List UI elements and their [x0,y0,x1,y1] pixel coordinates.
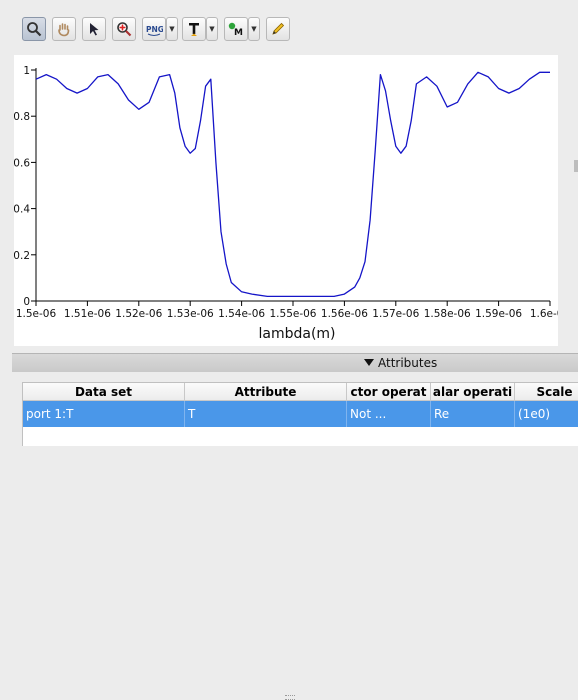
side-splitter-handle[interactable] [574,160,578,172]
splitter-grip[interactable] [285,695,295,700]
plot-area[interactable]: 1.5e-06 1.51e-06 1.52e-06 1.53e-06 1.54e-06 1… [13,55,570,346]
attributes-panel: Data set Attribute ctor operat alar oper… [12,372,578,446]
chevron-down-icon: ▼ [251,25,257,33]
zoom-icon [27,22,42,37]
pan-hand-icon [58,23,70,37]
select-button[interactable] [82,17,106,41]
chart-ticks: 1.5e-06 1.51e-06 1.52e-06 1.53e-06 1.54e-06 1… [13,65,570,320]
x-tick-label: 1.59e-06 [475,308,522,320]
plot-toolbar: PNG ▼ ▼ M ▼ [0,0,578,52]
export-png-button[interactable]: PNG [142,17,166,41]
collapse-arrow-icon[interactable] [364,359,374,366]
column-header-scale[interactable]: Scale [515,383,578,401]
x-tick-label: 1.51e-06 [64,308,111,320]
line-chart: 1.5e-06 1.51e-06 1.52e-06 1.53e-06 1.54e-06 1… [13,65,570,342]
attributes-table: Data set Attribute ctor operat alar oper… [22,382,578,446]
y-tick-label: 0.6 [14,157,30,169]
x-tick-label: 1.55e-06 [270,308,317,320]
svg-text:PNG: PNG [146,25,163,34]
x-tick-label: 1.5e-06 [16,308,57,320]
cell-scalar-operation[interactable]: Re [431,401,515,427]
cell-vector-operation[interactable]: Not ... [347,401,431,427]
x-tick-label: 1.53e-06 [167,308,214,320]
select-arrow-icon [90,23,99,36]
attributes-title: Attributes [378,356,438,370]
pencil-button[interactable] [266,17,290,41]
export-png-dropdown[interactable]: ▼ [166,17,178,41]
x-axis-label: lambda(m) [258,326,335,342]
text-format-icon [189,23,199,36]
column-header-scalar-operation[interactable]: alar operati [431,383,515,401]
marker-button[interactable]: M [224,17,248,41]
marker-dropdown[interactable]: ▼ [248,17,260,41]
table-row[interactable]: port 1:T T Not ... Re (1e0) [23,401,578,427]
zoom-reset-button[interactable] [112,17,136,41]
zoom-reset-icon [117,22,132,37]
text-format-button[interactable] [182,17,206,41]
series-line [35,71,550,298]
export-png-icon: PNG [146,25,163,36]
marker-icon: M [228,22,243,37]
attributes-header[interactable]: Attributes [12,353,578,372]
zoom-button[interactable] [22,17,46,41]
y-tick-label: 0 [23,296,30,308]
column-header-data-set[interactable]: Data set [23,383,185,401]
cell-scale[interactable]: (1e0) [515,401,578,427]
column-header-attribute[interactable]: Attribute [185,383,347,401]
y-tick-label: 0.8 [14,111,30,123]
y-tick-label: 0.2 [14,250,30,262]
chart-axes [35,68,550,302]
cell-data-set[interactable]: port 1:T [23,401,185,427]
pan-button[interactable] [52,17,76,41]
x-tick-label: 1.52e-06 [115,308,162,320]
text-format-dropdown[interactable]: ▼ [206,17,218,41]
pencil-icon [272,22,285,35]
column-header-vector-operation[interactable]: ctor operat [347,383,431,401]
x-tick-label: 1.58e-06 [424,308,471,320]
x-tick-label: 1.54e-06 [218,308,265,320]
svg-text:M: M [234,28,243,37]
y-tick-label: 0.4 [14,204,30,216]
x-tick-label: 1.6e-06 [530,308,558,320]
chevron-down-icon: ▼ [169,25,175,33]
x-tick-label: 1.56e-06 [321,308,368,320]
x-tick-label: 1.57e-06 [372,308,419,320]
cell-attribute[interactable]: T [185,401,347,427]
chevron-down-icon: ▼ [209,25,215,33]
y-tick-label: 1 [23,65,30,77]
chart-series [35,71,550,298]
